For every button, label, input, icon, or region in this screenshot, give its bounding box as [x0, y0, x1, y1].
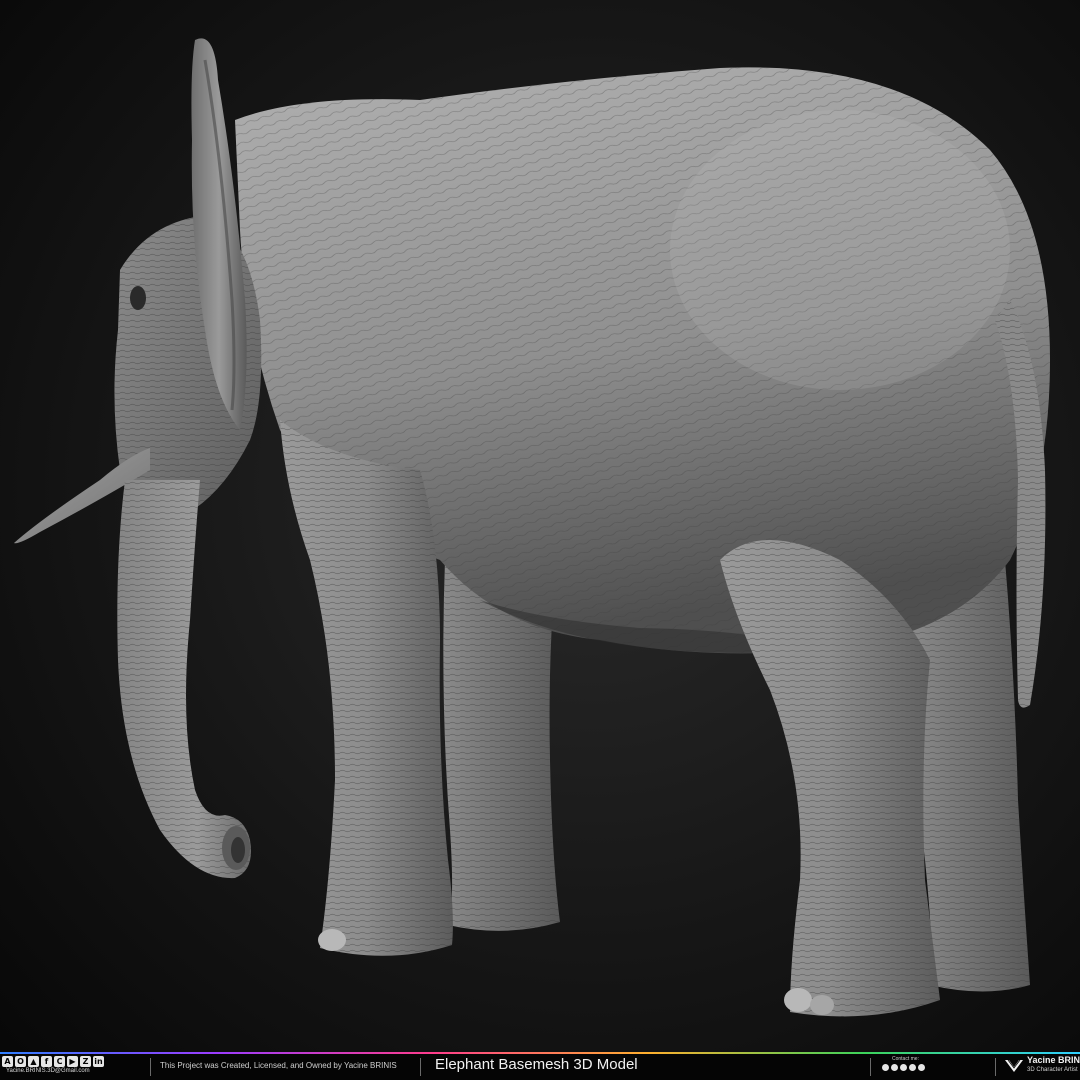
- linkedin-icon[interactable]: in: [93, 1056, 104, 1067]
- c-icon[interactable]: C: [54, 1056, 65, 1067]
- brand-logo: [1005, 1059, 1023, 1072]
- brand-role: 3D Character Artist: [1027, 1067, 1078, 1073]
- artwork-canvas: A O ▲ f C ▶ Z in Yacine.BRINIS.3D@Gmail.…: [0, 0, 1080, 1080]
- elephant-sculpt-render: [14, 38, 1050, 1017]
- ownership-notice: This Project was Created, Licensed, and …: [160, 1061, 397, 1070]
- brand-name: Yacine BRINIS: [1027, 1055, 1080, 1065]
- facebook-icon[interactable]: [882, 1064, 889, 1071]
- youtube-icon[interactable]: [900, 1064, 907, 1071]
- artstation-icon[interactable]: [909, 1064, 916, 1071]
- divider: [995, 1058, 996, 1076]
- f-icon[interactable]: f: [41, 1056, 52, 1067]
- elephant-eye: [130, 286, 146, 310]
- 3d-icon[interactable]: [918, 1064, 925, 1071]
- near-front-leg: [280, 420, 453, 956]
- contact-label: Contact me:: [892, 1056, 919, 1062]
- gradient-rule: [0, 1052, 1080, 1054]
- contact-icon-row: [882, 1064, 925, 1071]
- credit-footer: A O ▲ f C ▶ Z in Yacine.BRINIS.3D@Gmail.…: [0, 1052, 1080, 1080]
- z-icon[interactable]: Z: [80, 1056, 91, 1067]
- divider: [420, 1058, 421, 1076]
- social-icon-row: A O ▲ f C ▶ Z in: [2, 1056, 104, 1068]
- email-address: Yacine.BRINIS.3D@Gmail.com: [6, 1068, 90, 1074]
- project-title: Elephant Basemesh 3D Model: [435, 1056, 638, 1073]
- a-icon[interactable]: A: [2, 1056, 13, 1067]
- o-icon[interactable]: O: [15, 1056, 26, 1067]
- artstation-icon[interactable]: ▲: [28, 1056, 39, 1067]
- divider: [150, 1058, 151, 1076]
- elephant-trunk: [117, 480, 251, 879]
- divider: [870, 1058, 871, 1076]
- tube-icon[interactable]: ▶: [67, 1056, 78, 1067]
- instagram-icon[interactable]: [891, 1064, 898, 1071]
